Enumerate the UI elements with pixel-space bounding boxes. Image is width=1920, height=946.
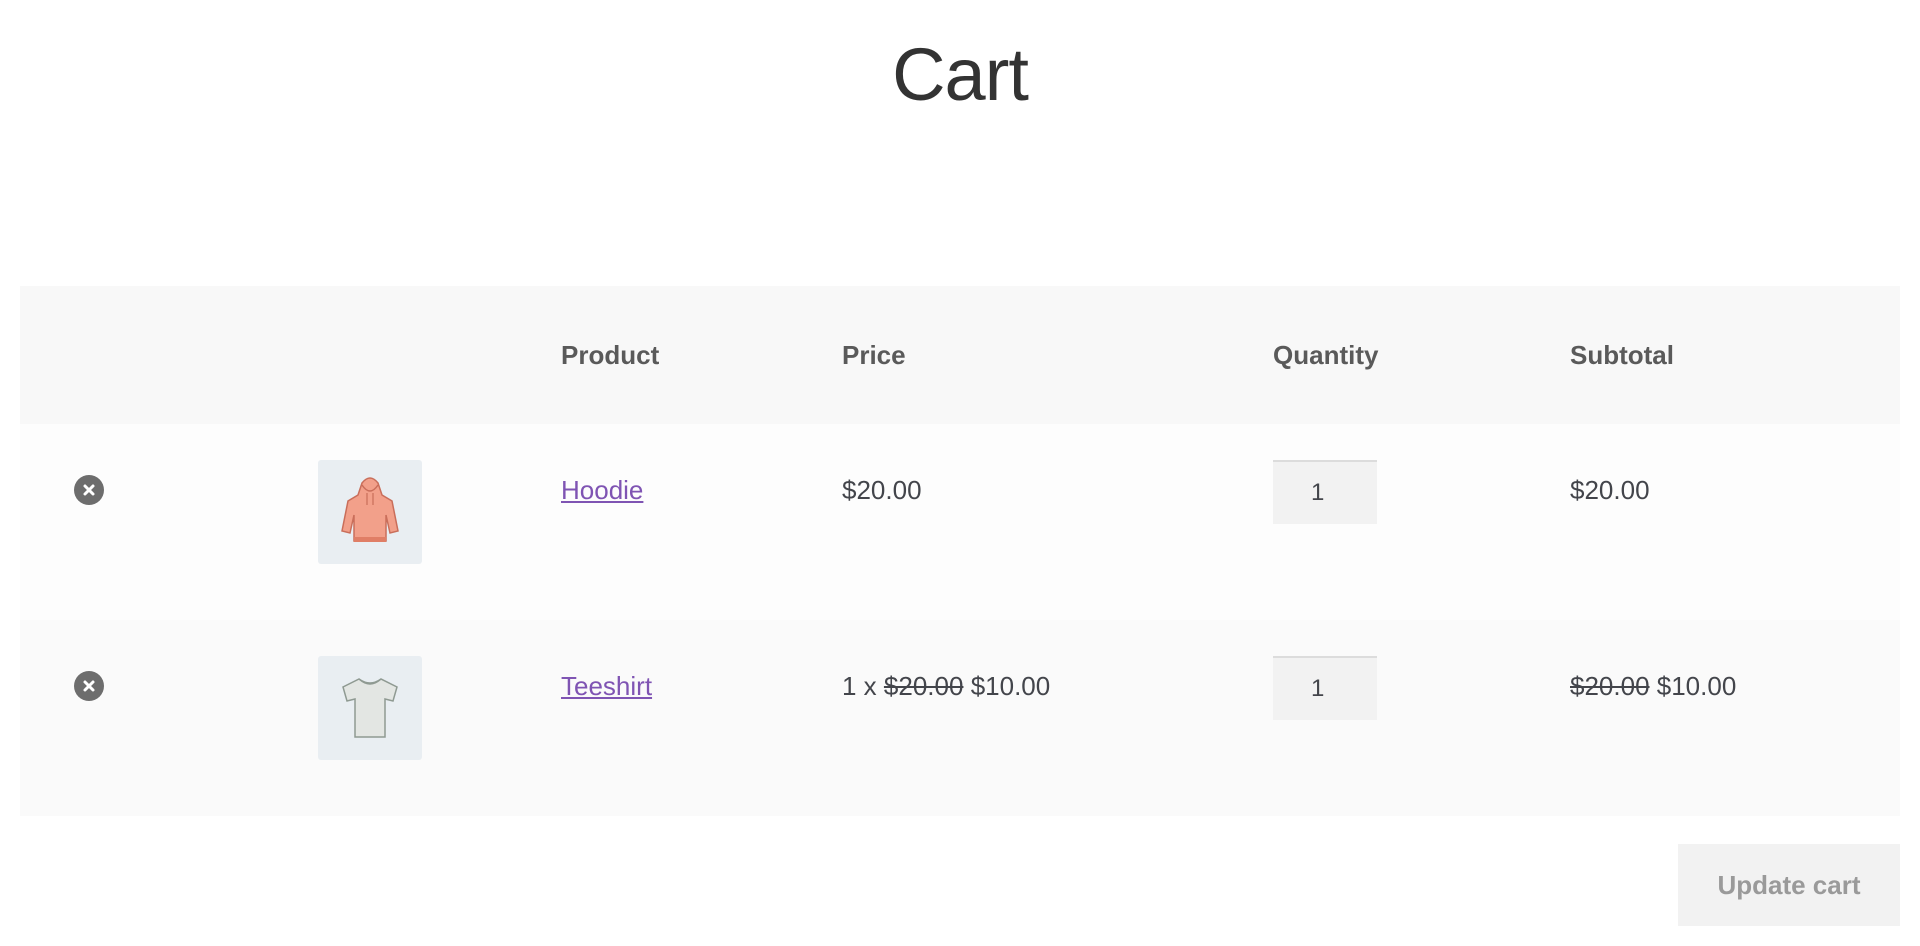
table-row: Hoodie $20.00 $20.00 [20, 424, 1900, 620]
product-cell: Hoodie [561, 470, 842, 510]
product-link[interactable]: Teeshirt [561, 671, 652, 701]
subtotal-cell: $20.00 $10.00 [1570, 666, 1900, 706]
page-title: Cart [892, 33, 1029, 116]
header-subtotal: Subtotal [1570, 339, 1674, 370]
product-cell: Teeshirt [561, 666, 842, 706]
remove-cell [20, 666, 318, 701]
cart-table: Product Price Quantity Subtotal Hoodie $… [20, 286, 1900, 816]
table-row: Teeshirt 1 x $20.00 $10.00 $20.00 $10.00 [20, 620, 1900, 816]
update-cart-button[interactable]: Update cart [1678, 844, 1900, 926]
product-thumbnail[interactable] [318, 460, 422, 564]
price-prefix: 1 x [842, 671, 877, 701]
subtotal-cell: $20.00 [1570, 470, 1900, 510]
quantity-input[interactable] [1273, 656, 1377, 720]
quantity-cell [1273, 656, 1570, 720]
thumbnail-cell [318, 656, 561, 760]
thumbnail-cell [318, 460, 561, 564]
price-cell: $20.00 [842, 470, 1273, 510]
subtotal-value: $20.00 [1570, 475, 1650, 505]
price-value: $10.00 [970, 671, 1051, 701]
header-price: Price [842, 339, 906, 370]
teeshirt-icon [342, 678, 398, 738]
quantity-cell [1273, 460, 1570, 524]
header-product: Product [561, 339, 660, 370]
close-icon [83, 484, 95, 496]
table-header-row: Product Price Quantity Subtotal [20, 286, 1900, 424]
original-subtotal: $20.00 [1570, 671, 1650, 701]
cart-page: Cart Product Price Quantity Subtotal Hoo… [0, 0, 1920, 946]
remove-item-button[interactable] [74, 475, 104, 505]
quantity-input[interactable] [1273, 460, 1377, 524]
header-quantity: Quantity [1273, 339, 1379, 370]
remove-cell [20, 470, 318, 505]
original-price: $20.00 [883, 671, 964, 701]
hoodie-icon [341, 477, 399, 542]
product-link[interactable]: Hoodie [561, 475, 643, 505]
remove-item-button[interactable] [74, 671, 104, 701]
subtotal-value: $10.00 [1656, 671, 1737, 701]
price-cell: 1 x $20.00 $10.00 [842, 666, 1273, 706]
close-icon [83, 680, 95, 692]
price-value: $20.00 [842, 475, 922, 505]
product-thumbnail[interactable] [318, 656, 422, 760]
